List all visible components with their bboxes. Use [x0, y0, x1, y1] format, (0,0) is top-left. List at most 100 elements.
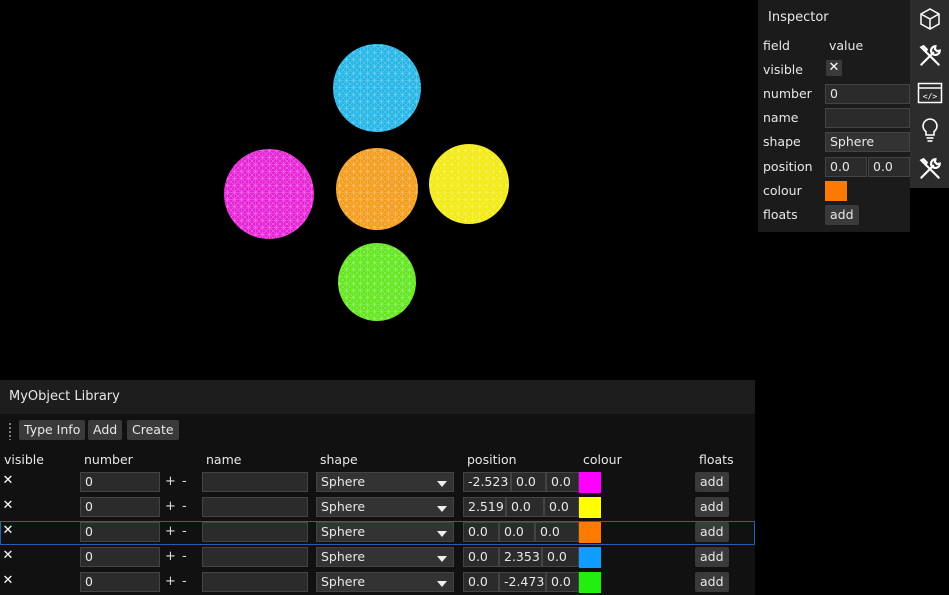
- name-field[interactable]: [202, 572, 308, 592]
- shape-dropdown[interactable]: Sphere: [316, 497, 454, 517]
- increment-button[interactable]: +: [165, 524, 176, 539]
- name-field[interactable]: [202, 497, 308, 517]
- type-info-button[interactable]: Type Info: [19, 420, 86, 440]
- sphere-bottom[interactable]: [338, 243, 416, 321]
- name-field[interactable]: [202, 522, 308, 542]
- position-x-field[interactable]: 0.0: [463, 572, 499, 592]
- position-x-field[interactable]: 0.0: [463, 547, 499, 567]
- table-row[interactable]: ✕ 0 + - Sphere 0.0 -2.473 0.0 add: [0, 571, 755, 595]
- inspector-header-value: value: [829, 38, 864, 53]
- position-label: position: [763, 159, 813, 174]
- visible-checkbox[interactable]: ✕: [0, 573, 16, 589]
- wrench-screwdriver-icon[interactable]: [910, 37, 949, 74]
- colour-swatch[interactable]: [579, 572, 601, 593]
- shape-dropdown[interactable]: Sphere: [316, 522, 454, 542]
- sphere-left[interactable]: [224, 149, 314, 239]
- visible-checkbox[interactable]: ✕: [826, 60, 842, 76]
- decrement-button[interactable]: -: [182, 549, 187, 564]
- decrement-button[interactable]: -: [182, 499, 187, 514]
- visible-checkbox[interactable]: ✕: [0, 548, 16, 564]
- shape-dropdown[interactable]: Sphere: [825, 132, 910, 152]
- decrement-button[interactable]: -: [182, 474, 187, 489]
- position-x-field[interactable]: 0.0: [825, 157, 867, 177]
- increment-button[interactable]: +: [165, 549, 176, 564]
- decrement-button[interactable]: -: [182, 524, 187, 539]
- position-y-field[interactable]: 2.353: [499, 547, 542, 567]
- floats-add-button[interactable]: add: [695, 522, 729, 542]
- name-field[interactable]: [202, 547, 308, 567]
- number-field[interactable]: 0: [80, 572, 160, 592]
- col-floats: floats: [699, 452, 734, 467]
- chevron-down-icon: [437, 481, 447, 487]
- col-position: position: [467, 452, 517, 467]
- shape-dropdown[interactable]: Sphere: [316, 472, 454, 492]
- library-titlebar[interactable]: MyObject Library: [0, 380, 755, 414]
- position-y-field[interactable]: 0.0: [499, 522, 535, 542]
- chevron-down-icon: [437, 506, 447, 512]
- inspector-header-field: field: [763, 38, 790, 53]
- shape-label: shape: [763, 134, 801, 149]
- position-z-field[interactable]: 0.0: [546, 572, 579, 592]
- increment-button[interactable]: +: [165, 574, 176, 589]
- position-z-field[interactable]: 0.0: [542, 547, 579, 567]
- position-x-field[interactable]: 2.519: [463, 497, 506, 517]
- position-y-field[interactable]: -2.473: [499, 572, 546, 592]
- name-field[interactable]: [202, 472, 308, 492]
- increment-button[interactable]: +: [165, 499, 176, 514]
- floats-add-button[interactable]: add: [695, 472, 729, 492]
- create-button[interactable]: Create: [127, 420, 179, 440]
- inspector-panel: Inspector field value visible ✕ number 0…: [758, 0, 910, 232]
- table-row-selected[interactable]: ✕ 0 + - Sphere 0.0 0.0 0.0 add: [0, 521, 755, 545]
- code-window-icon[interactable]: </>: [910, 74, 949, 111]
- col-name: name: [206, 452, 242, 467]
- position-z-field[interactable]: 0.0: [544, 497, 579, 517]
- sphere-top[interactable]: [333, 44, 421, 132]
- object-library-panel: MyObject Library Type Info Add Create vi…: [0, 380, 755, 595]
- inspector-title: Inspector: [768, 10, 829, 25]
- position-y-field[interactable]: 0.0: [511, 472, 546, 492]
- number-field[interactable]: 0: [80, 497, 160, 517]
- shape-dropdown[interactable]: Sphere: [316, 547, 454, 567]
- col-colour: colour: [583, 452, 622, 467]
- svg-text:</>: </>: [922, 92, 937, 101]
- lightbulb-icon[interactable]: [910, 111, 949, 148]
- colour-swatch[interactable]: [579, 472, 601, 493]
- visible-checkbox[interactable]: ✕: [0, 523, 16, 539]
- colour-swatch[interactable]: [579, 547, 601, 568]
- position-x-field[interactable]: 0.0: [463, 522, 499, 542]
- number-field[interactable]: 0: [80, 522, 160, 542]
- number-field[interactable]: 0: [80, 547, 160, 567]
- number-field[interactable]: 0: [825, 84, 910, 104]
- visible-checkbox[interactable]: ✕: [0, 473, 16, 489]
- sphere-right[interactable]: [429, 144, 509, 224]
- decrement-button[interactable]: -: [182, 574, 187, 589]
- wrench-screwdriver-icon[interactable]: [910, 150, 949, 187]
- increment-button[interactable]: +: [165, 474, 176, 489]
- cube-icon[interactable]: [910, 0, 949, 37]
- position-x-field[interactable]: -2.523: [463, 472, 511, 492]
- floats-add-button[interactable]: add: [695, 547, 729, 567]
- colour-swatch[interactable]: [825, 181, 847, 201]
- visible-checkbox[interactable]: ✕: [0, 498, 16, 514]
- position-z-field[interactable]: 0.0: [535, 522, 579, 542]
- shape-dropdown[interactable]: Sphere: [316, 572, 454, 592]
- colour-swatch[interactable]: [579, 497, 601, 518]
- position-y-field[interactable]: 0.0: [868, 157, 910, 177]
- number-field[interactable]: 0: [80, 472, 160, 492]
- position-y-field[interactable]: 0.0: [506, 497, 544, 517]
- table-row[interactable]: ✕ 0 + - Sphere 0.0 2.353 0.0 add: [0, 546, 755, 570]
- table-row[interactable]: ✕ 0 + - Sphere 2.519 0.0 0.0 add: [0, 496, 755, 520]
- floats-add-button[interactable]: add: [695, 572, 729, 592]
- chevron-down-icon: [437, 556, 447, 562]
- floats-add-button[interactable]: add: [825, 205, 859, 225]
- toolbar-grip[interactable]: [8, 422, 12, 440]
- position-z-field[interactable]: 0.0: [546, 472, 579, 492]
- floats-add-button[interactable]: add: [695, 497, 729, 517]
- name-field[interactable]: [825, 108, 910, 128]
- sphere-center[interactable]: [336, 148, 418, 230]
- icon-toolbar: </>: [910, 0, 949, 188]
- colour-label: colour: [763, 183, 802, 198]
- colour-swatch[interactable]: [579, 522, 601, 543]
- table-row[interactable]: ✕ 0 + - Sphere -2.523 0.0 0.0 add: [0, 471, 755, 495]
- add-button[interactable]: Add: [88, 420, 123, 440]
